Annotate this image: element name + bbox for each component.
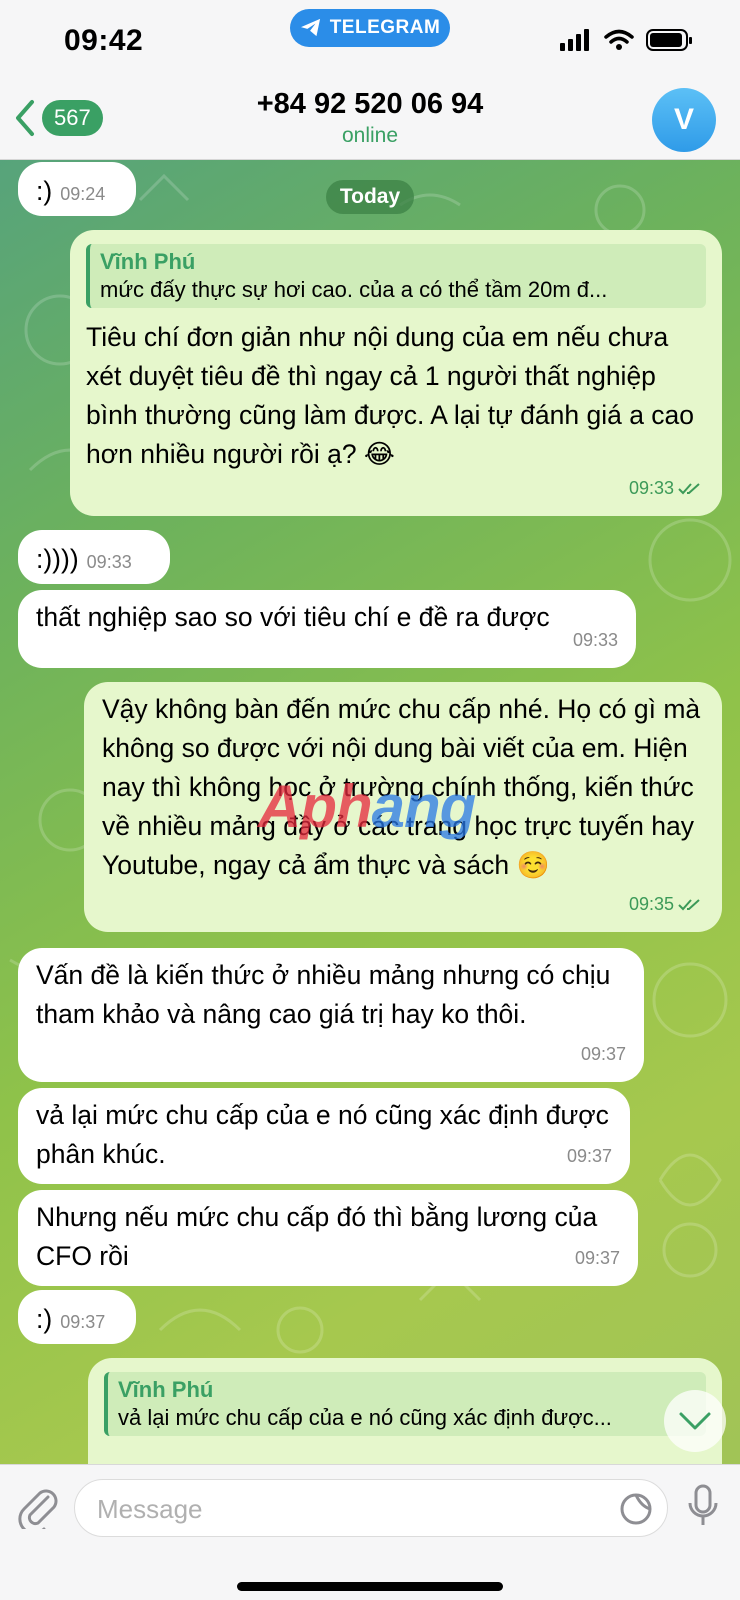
reply-quote[interactable]: Vĩnh Phú mức đấy thực sự hơi cao. của a …	[86, 244, 706, 308]
message-field[interactable]	[74, 1479, 668, 1537]
voice-record-button[interactable]	[686, 1483, 720, 1536]
chevron-down-icon	[679, 1412, 711, 1430]
message-text: vả lại mức chu cấp của e nó cũng xác địn…	[36, 1100, 609, 1169]
message-time: 09:37	[580, 1044, 626, 1064]
sticker-icon	[620, 1493, 652, 1525]
message-input[interactable]	[97, 1490, 577, 1528]
reply-text: mức đấy thực sự hơi cao. của a có thể tầ…	[100, 277, 608, 302]
status-icons	[560, 28, 694, 52]
battery-icon	[646, 29, 692, 51]
message-time: 09:37	[566, 1146, 612, 1166]
watermark-logo: Aphang	[258, 773, 476, 840]
message-time: 09:37	[574, 1248, 620, 1268]
message-outgoing[interactable]: Vĩnh Phú mức đấy thực sự hơi cao. của a …	[70, 230, 722, 516]
paperclip-icon	[18, 1489, 58, 1535]
message-time: 09:33	[86, 552, 132, 572]
message-incoming[interactable]: vả lại mức chu cấp của e nó cũng xác địn…	[18, 1088, 630, 1184]
microphone-icon	[688, 1484, 718, 1525]
home-indicator	[237, 1582, 503, 1591]
message-text: Tiêu chí đơn giản như nội dung của em nế…	[86, 322, 695, 469]
double-check-icon	[678, 482, 700, 494]
reply-author: Vĩnh Phú	[100, 249, 196, 274]
double-check-icon	[678, 898, 700, 910]
message-incoming[interactable]: :) 09:37	[18, 1290, 136, 1344]
telegram-pill-label: TELEGRAM	[329, 17, 441, 38]
message-incoming[interactable]: Nhưng nếu mức chu cấp đó thì bằng lương …	[18, 1190, 638, 1286]
message-text: :))))	[36, 544, 79, 574]
message-outgoing[interactable]: Vĩnh Phú vả lại mức chu cấp của e nó cũn…	[88, 1358, 722, 1478]
message-meta: 09:35	[629, 885, 704, 924]
message-time: 09:33	[572, 630, 618, 650]
reply-author: Vĩnh Phú	[118, 1377, 214, 1402]
reply-quote[interactable]: Vĩnh Phú vả lại mức chu cấp của e nó cũn…	[104, 1372, 706, 1436]
telegram-pill[interactable]: TELEGRAM	[290, 9, 450, 47]
message-incoming[interactable]: Vấn đề là kiến thức ở nhiều mảng nhưng c…	[18, 948, 644, 1082]
reply-text: vả lại mức chu cấp của e nó cũng xác địn…	[118, 1405, 612, 1430]
message-meta: 09:33	[629, 469, 704, 508]
message-time: 09:37	[60, 1312, 106, 1332]
contact-status: online	[341, 124, 399, 147]
status-time: 09:42	[64, 24, 144, 57]
message-text: thất nghiệp sao so với tiêu chí e đề ra …	[36, 602, 550, 632]
status-bar: 09:42 TELEGRAM	[0, 0, 740, 80]
contact-avatar[interactable]: V	[652, 88, 716, 152]
chat-header: 567 +84 92 520 06 94 online V	[0, 80, 740, 160]
message-text: Vấn đề là kiến thức ở nhiều mảng nhưng c…	[36, 960, 611, 1029]
attach-button[interactable]	[18, 1485, 60, 1535]
scroll-down-button[interactable]	[664, 1390, 726, 1452]
message-text: :)	[36, 176, 53, 206]
message-incoming[interactable]: :)))) 09:33	[18, 530, 170, 584]
message-incoming[interactable]: :) 09:24	[18, 162, 136, 216]
telegram-plane-icon	[300, 18, 320, 37]
message-incoming[interactable]: thất nghiệp sao so với tiêu chí e đề ra …	[18, 590, 636, 668]
date-separator: Today	[326, 180, 414, 214]
message-text: :)	[36, 1304, 53, 1334]
message-input-bar	[0, 1464, 740, 1600]
message-time: 09:35	[628, 894, 674, 914]
message-time: 09:33	[628, 478, 674, 498]
signal-icon	[560, 29, 589, 51]
sticker-button[interactable]	[619, 1492, 653, 1531]
contact-title[interactable]: +84 92 520 06 94	[0, 88, 740, 121]
message-text: Nhưng nếu mức chu cấp đó thì bằng lương …	[36, 1202, 598, 1271]
message-time: 09:24	[60, 184, 106, 204]
wifi-icon	[604, 29, 634, 50]
